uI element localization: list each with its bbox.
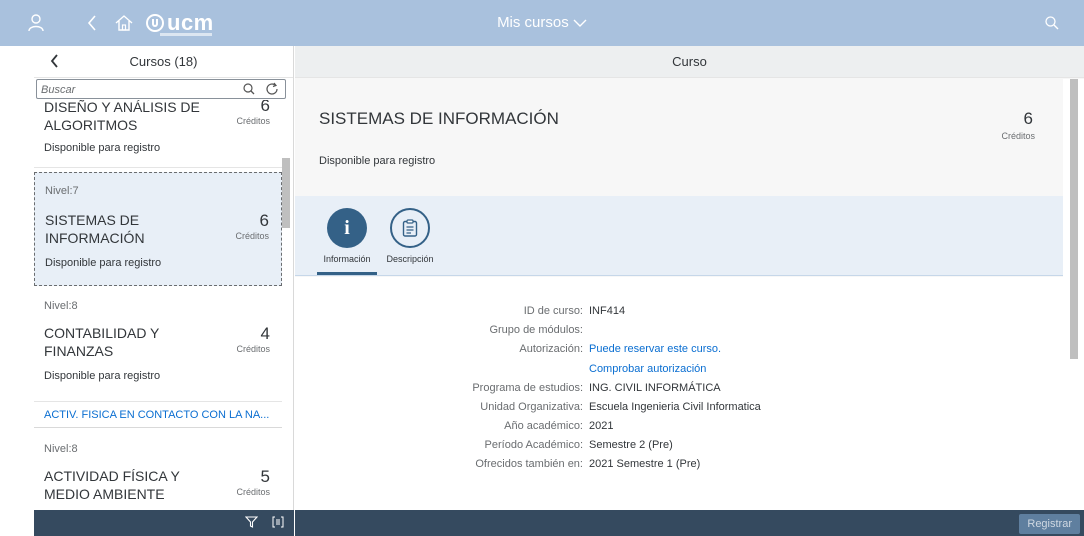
field-label: Grupo de módulos: (489, 324, 583, 336)
course-status: Disponible para registro (44, 142, 161, 154)
course-credits-label: Créditos (236, 116, 270, 126)
field-label: Ofrecidos también en: (475, 458, 583, 470)
tab-label: Descripción (386, 254, 434, 264)
group-header[interactable]: ACTIV. FISICA EN CONTACTO CON LA NA... (34, 402, 282, 428)
field-value: 2021 Semestre 1 (Pre) (589, 458, 701, 470)
tab-descripcion[interactable]: Descripción (377, 208, 443, 264)
field-row: Programa de estudios: ING. CIVIL INFORMÁ… (295, 382, 1063, 396)
course-level: Nivel:8 (44, 300, 78, 312)
logo-subtitle-bar (160, 33, 212, 36)
authorization-link[interactable]: Puede reservar este curso. (589, 343, 721, 355)
field-value: 2021 (589, 420, 614, 432)
chevron-left-icon (50, 52, 59, 73)
course-status: Disponible para registro (45, 257, 162, 269)
user-icon[interactable] (22, 0, 50, 46)
course-list: DISEÑO Y ANÁLISIS DE ALGORITMOS 6 Crédit… (34, 100, 292, 510)
tab-informacion[interactable]: i Información (315, 208, 379, 264)
field-label: Programa de estudios: (472, 382, 583, 394)
field-row: Unidad Organizativa: Escuela Ingenieria … (295, 401, 1063, 415)
detail-scrollbar-track (1063, 79, 1084, 510)
course-credits: 6 (259, 211, 269, 230)
field-value: Escuela Ingenieria Civil Informatica (589, 401, 761, 413)
refresh-icon[interactable] (265, 80, 279, 98)
field-row: Autorización: Puede reservar este curso. (295, 343, 1063, 357)
search-input[interactable] (37, 81, 227, 99)
field-value: INF414 (589, 305, 626, 317)
search-icon[interactable] (1038, 0, 1066, 46)
group-list-icon[interactable] (272, 516, 284, 531)
list-item[interactable]: DISEÑO Y ANÁLISIS DE ALGORITMOS 6 Crédit… (34, 100, 282, 168)
field-label: ID de curso: (523, 305, 583, 317)
master-footer (34, 510, 294, 536)
field-label: Autorización: (519, 343, 583, 355)
course-credits-label: Créditos (236, 487, 270, 497)
check-authorization-link[interactable]: Comprobar autorización (589, 363, 706, 375)
shell-header: ucm Mis cursos (0, 0, 1084, 46)
list-scrollbar[interactable] (282, 158, 290, 228)
course-title: DISEÑO Y ANÁLISIS DE ALGORITMOS (44, 100, 200, 133)
course-credits-label: Créditos (236, 344, 270, 354)
course-credits-label: Créditos (235, 231, 269, 241)
info-icon: i (327, 208, 367, 248)
object-status: Disponible para registro (319, 155, 436, 167)
course-status: Disponible para registro (44, 370, 161, 382)
list-item[interactable]: Nivel:8 ACTIVIDAD FÍSICA Y MEDIO AMBIENT… (34, 429, 282, 510)
course-title: ACTIVIDAD FÍSICA Y MEDIO AMBIENTE (44, 468, 180, 502)
filter-icon[interactable] (244, 515, 259, 531)
field-row: Comprobar autorización (295, 363, 1063, 377)
field-value: ING. CIVIL INFORMÁTICA (589, 382, 721, 394)
object-title: SISTEMAS DE INFORMACIÓN (319, 109, 559, 128)
tab-label: Información (323, 254, 371, 264)
object-header: SISTEMAS DE INFORMACIÓN 6 Créditos Dispo… (295, 79, 1063, 195)
course-credits: 4 (260, 324, 270, 343)
master-pane: Cursos (18) DISEÑO Y ANÁLISIS DE ALGORIT… (34, 46, 294, 536)
field-row: Año académico: 2021 (295, 420, 1063, 434)
course-level: Nivel:7 (45, 185, 79, 197)
split-app: Cursos (18) DISEÑO Y ANÁLISIS DE ALGORIT… (34, 46, 1084, 536)
detail-scrollbar[interactable] (1070, 79, 1078, 359)
master-back-button[interactable] (42, 50, 66, 74)
search-field (36, 79, 286, 99)
detail-pane: Curso SISTEMAS DE INFORMACIÓN 6 Créditos… (295, 46, 1084, 536)
course-title: SISTEMAS DE INFORMACIÓN (45, 212, 145, 246)
home-icon[interactable] (112, 0, 136, 46)
master-header: Cursos (18) (34, 46, 293, 78)
course-title: CONTABILIDAD Y FINANZAS (44, 325, 160, 359)
active-tab-indicator (317, 272, 377, 275)
chevron-down-icon (573, 0, 587, 46)
shell-title-menu[interactable]: Mis cursos (497, 14, 587, 31)
course-credits: 6 (260, 100, 270, 115)
clipboard-icon (390, 208, 430, 248)
register-button[interactable]: Registrar (1019, 514, 1080, 534)
shell-title: Mis cursos (497, 14, 569, 31)
master-title: Cursos (18) (129, 54, 198, 69)
search-icon[interactable] (243, 80, 255, 98)
object-credits-label: Créditos (1001, 131, 1035, 141)
list-item[interactable]: Nivel:8 CONTABILIDAD Y FINANZAS 4 Crédit… (34, 288, 282, 402)
field-label: Año académico: (504, 420, 583, 432)
field-row: Ofrecidos también en: 2021 Semestre 1 (P… (295, 458, 1063, 472)
list-item-selected[interactable]: Nivel:7 SISTEMAS DE INFORMACIÓN 6 Crédit… (34, 172, 282, 286)
back-icon[interactable] (80, 0, 104, 46)
field-value: Semestre 2 (Pre) (589, 439, 673, 451)
object-credits: 6 (1023, 109, 1033, 128)
info-form: ID de curso: INF414 Grupo de módulos: Au… (295, 277, 1063, 510)
field-row: Período Académico: Semestre 2 (Pre) (295, 439, 1063, 453)
icon-tab-bar: i Información Descripción (295, 196, 1063, 276)
field-label: Unidad Organizativa: (480, 401, 583, 413)
course-level: Nivel:8 (44, 443, 78, 455)
logo-emblem-icon (146, 14, 164, 32)
field-row: ID de curso: INF414 (295, 305, 1063, 319)
course-credits: 5 (260, 467, 270, 486)
detail-header: Curso (295, 46, 1084, 78)
field-label: Período Académico: (484, 439, 583, 451)
detail-footer: Registrar (295, 510, 1084, 536)
field-row: Grupo de módulos: (295, 324, 1063, 338)
